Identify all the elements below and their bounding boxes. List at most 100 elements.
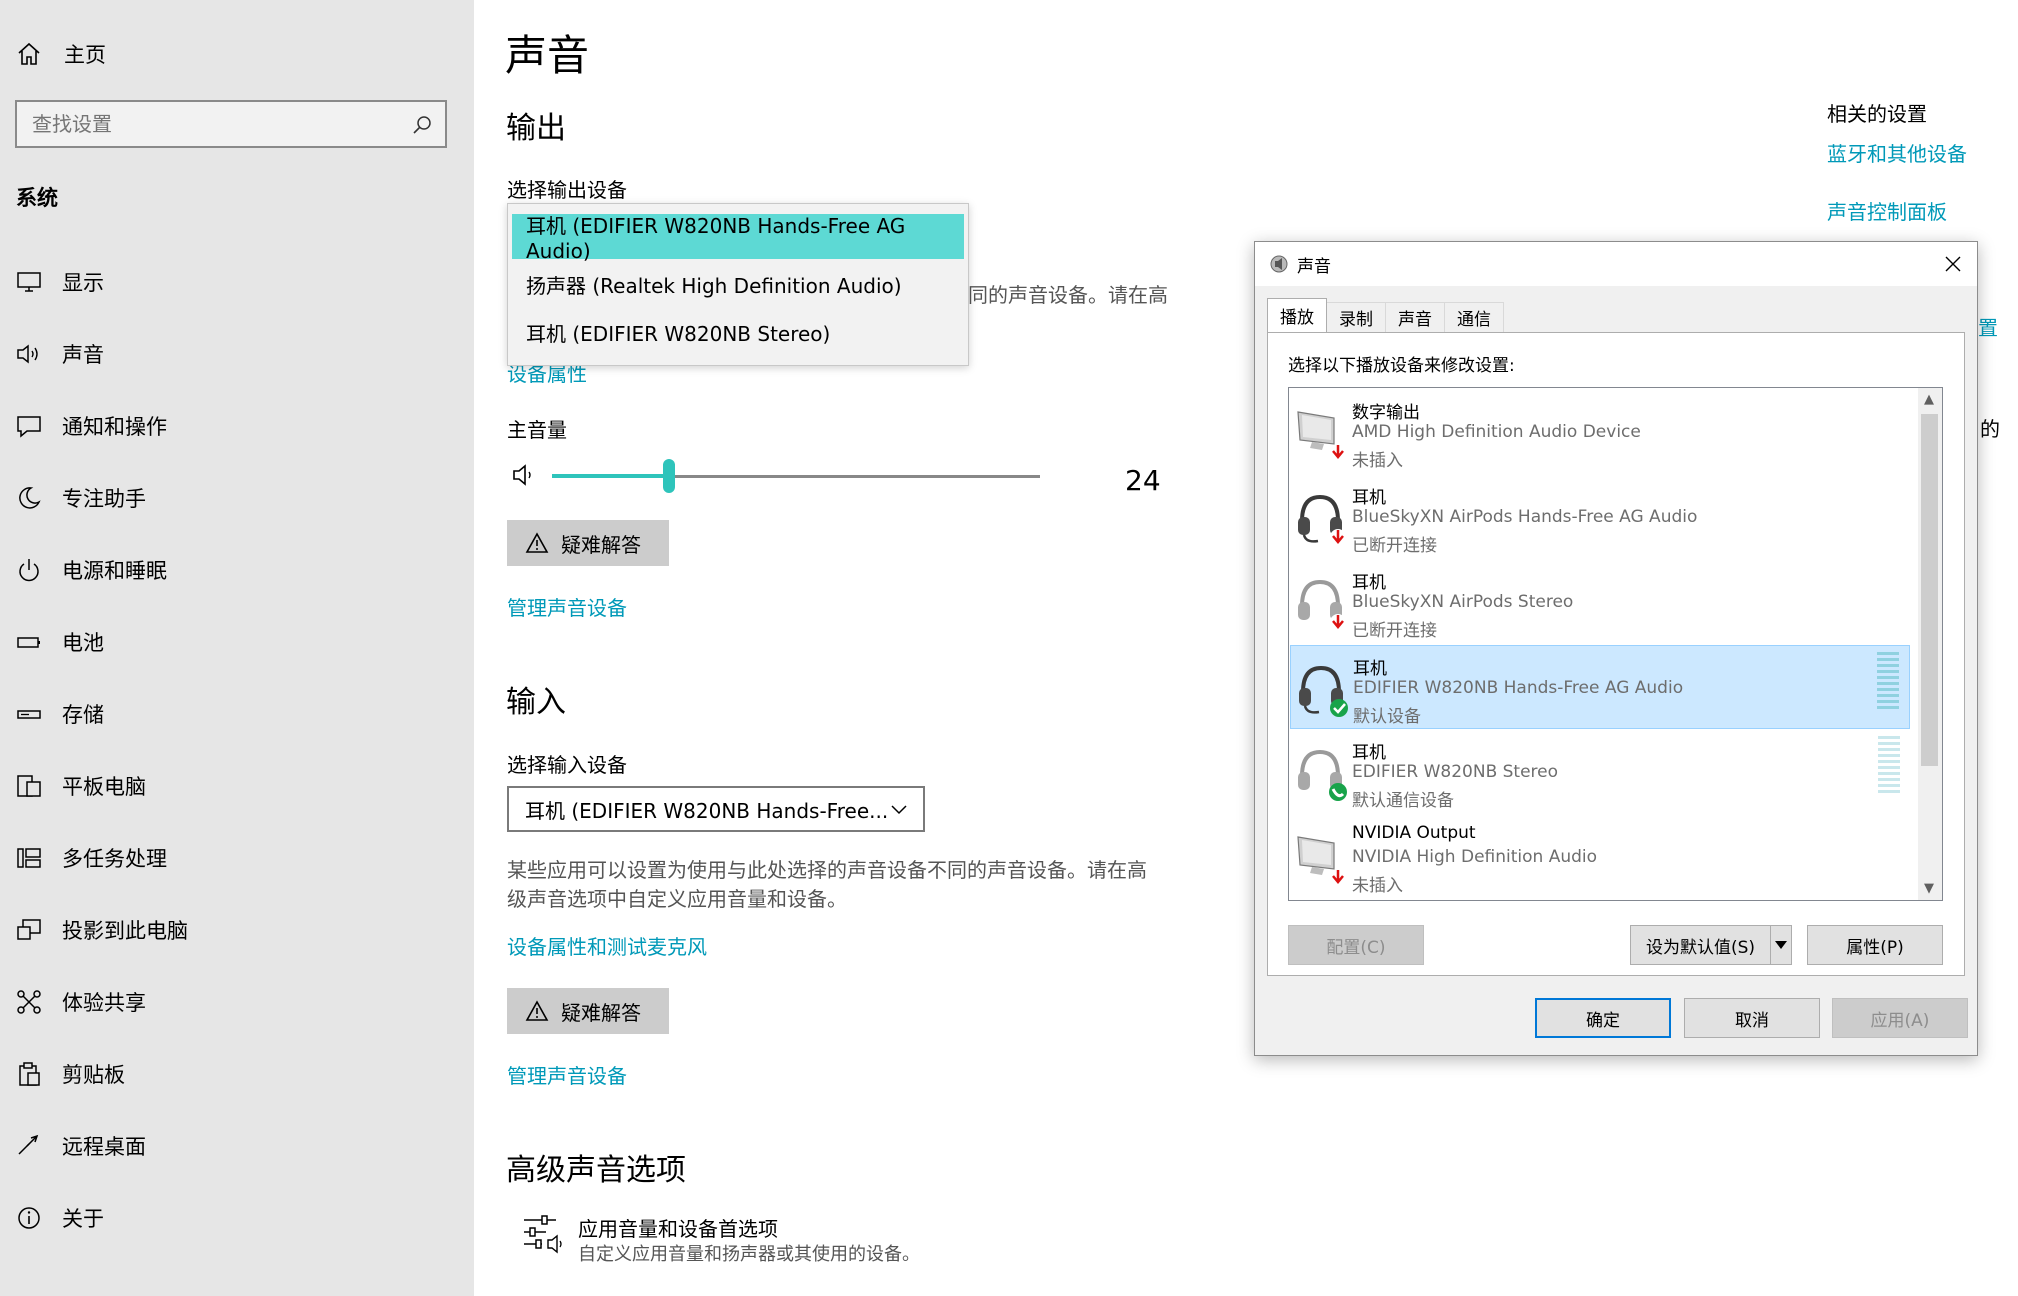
volume-label: 主音量 xyxy=(507,418,567,442)
scroll-thumb[interactable] xyxy=(1921,414,1938,766)
dialog-titlebar[interactable]: 声音 xyxy=(1255,242,1977,286)
device-row[interactable]: 数字输出 AMD High Definition Audio Device 未插入 xyxy=(1290,390,1910,474)
device-name: NVIDIA Output xyxy=(1352,823,1476,843)
sidebar-item[interactable]: 声音 xyxy=(0,324,474,384)
advanced-item-title[interactable]: 应用音量和设备首选项 xyxy=(578,1213,778,1242)
set-default-dropdown[interactable] xyxy=(1770,925,1792,965)
device-status: 已断开连接 xyxy=(1352,536,1437,556)
home-nav[interactable]: 主页 xyxy=(16,34,106,74)
input-desc-line: 某些应用可以设置为使用与此处选择的声音设备不同的声音设备。请在高 xyxy=(507,858,1147,882)
sidebar-item[interactable]: 电源和睡眠 xyxy=(0,540,474,600)
sidebar-item[interactable]: 体验共享 xyxy=(0,972,474,1032)
device-row[interactable]: 耳机 EDIFIER W820NB Stereo 默认通信设备 xyxy=(1290,730,1910,814)
device-name: 耳机 xyxy=(1352,743,1386,763)
device-row[interactable]: 耳机 EDIFIER W820NB Hands-Free AG Audio 默认设备 xyxy=(1290,645,1910,729)
output-option[interactable]: 扬声器 (Realtek High Definition Audio) xyxy=(512,262,964,307)
volume-slider-thumb[interactable] xyxy=(663,459,675,493)
output-troubleshoot-button[interactable]: 疑难解答 xyxy=(507,520,669,566)
device-row[interactable]: NVIDIA Output NVIDIA High Definition Audi… xyxy=(1290,815,1910,899)
tab-playback[interactable]: 播放 xyxy=(1267,298,1327,332)
sidebar-item[interactable]: 显示 xyxy=(0,252,474,312)
advanced-heading: 高级声音选项 xyxy=(506,1153,686,1188)
monitor-icon xyxy=(14,267,44,297)
sidebar-item[interactable]: 关于 xyxy=(0,1188,474,1248)
sidebar-item[interactable]: 平板电脑 xyxy=(0,756,474,816)
device-description: BlueSkyXN AirPods Hands-Free AG Audio xyxy=(1352,507,1698,527)
output-option[interactable]: 耳机 (EDIFIER W820NB Stereo) xyxy=(512,310,964,355)
cancel-button[interactable]: 取消 xyxy=(1684,998,1820,1038)
level-meter xyxy=(1878,736,1900,796)
playback-device-list[interactable]: 数字输出 AMD High Definition Audio Device 未插入耳… xyxy=(1288,387,1943,901)
sound-app-icon xyxy=(1270,255,1288,273)
device-list-scrollbar[interactable]: ▲ ▼ xyxy=(1918,388,1942,900)
sidebar-item[interactable]: 电池 xyxy=(0,612,474,672)
input-manage-devices-link[interactable]: 管理声音设备 xyxy=(507,1060,627,1089)
monitor-device-icon xyxy=(1294,404,1348,464)
sidebar-item[interactable]: 存储 xyxy=(0,684,474,744)
volume-speaker-icon[interactable] xyxy=(510,462,536,488)
device-status: 默认设备 xyxy=(1353,707,1421,727)
playback-instruction: 选择以下播放设备来修改设置: xyxy=(1288,356,1515,376)
headphones-device-icon xyxy=(1294,744,1348,804)
advanced-item-desc: 自定义应用音量和扬声器或其使用的设备。 xyxy=(578,1244,920,1265)
page-title: 声音 xyxy=(505,31,590,80)
sidebar-item-label: 显示 xyxy=(62,271,104,295)
tab-communications[interactable]: 通信 xyxy=(1444,302,1504,332)
configure-button[interactable]: 配置(C) xyxy=(1288,925,1424,965)
sidebar-item-label: 投影到此电脑 xyxy=(62,919,188,943)
sidebar-item[interactable]: 投影到此电脑 xyxy=(0,900,474,960)
ok-button[interactable]: 确定 xyxy=(1535,998,1671,1038)
device-status: 未插入 xyxy=(1352,451,1403,471)
sound-control-panel-link[interactable]: 声音控制面板 xyxy=(1827,196,1947,225)
tab-sounds[interactable]: 声音 xyxy=(1385,302,1445,332)
device-row[interactable]: 耳机 BlueSkyXN AirPods Stereo 已断开连接 xyxy=(1290,560,1910,644)
home-label: 主页 xyxy=(64,43,106,67)
properties-button[interactable]: 属性(P) xyxy=(1807,925,1943,965)
bluetooth-devices-link[interactable]: 蓝牙和其他设备 xyxy=(1827,138,1967,167)
output-heading: 输出 xyxy=(506,111,566,146)
tablet-icon xyxy=(14,771,44,801)
apply-button[interactable]: 应用(A) xyxy=(1832,998,1968,1038)
project-icon xyxy=(14,915,44,945)
sidebar-item[interactable]: 多任务处理 xyxy=(0,828,474,888)
set-default-button[interactable]: 设为默认值(S) xyxy=(1630,925,1770,965)
device-description: EDIFIER W820NB Hands-Free AG Audio xyxy=(1353,678,1684,698)
search-icon[interactable] xyxy=(411,114,433,136)
sidebar-item[interactable]: 专注助手 xyxy=(0,468,474,528)
output-device-dropdown[interactable]: 耳机 (EDIFIER W820NB Hands-Free AG Audio) … xyxy=(507,203,969,366)
scroll-up-icon[interactable]: ▲ xyxy=(1924,392,1934,407)
output-option-label: 耳机 (EDIFIER W820NB Hands-Free AG Audio) xyxy=(526,214,906,263)
device-description: BlueSkyXN AirPods Stereo xyxy=(1352,592,1574,612)
input-props-test-mic-link[interactable]: 设备属性和测试麦克风 xyxy=(507,931,707,960)
battery-icon xyxy=(14,627,44,657)
search-input[interactable] xyxy=(32,112,412,136)
sidebar-item[interactable]: 远程桌面 xyxy=(0,1116,474,1176)
device-name: 数字输出 xyxy=(1352,403,1420,423)
notification-icon xyxy=(14,411,44,441)
multitask-icon xyxy=(14,843,44,873)
speaker-icon xyxy=(14,339,44,369)
storage-icon xyxy=(14,699,44,729)
troubleshoot-label: 疑难解答 xyxy=(561,532,641,557)
sidebar-item[interactable]: 通知和操作 xyxy=(0,396,474,456)
scroll-down-icon[interactable]: ▼ xyxy=(1924,881,1934,896)
input-troubleshoot-button[interactable]: 疑难解答 xyxy=(507,988,669,1034)
device-status: 已断开连接 xyxy=(1352,621,1437,641)
close-icon[interactable] xyxy=(1943,254,1963,274)
monitor-device-icon xyxy=(1294,829,1348,889)
input-device-select[interactable]: 耳机 (EDIFIER W820NB Hands-Free... xyxy=(507,786,925,832)
output-option[interactable]: 耳机 (EDIFIER W820NB Hands-Free AG Audio) xyxy=(512,214,964,263)
output-desc-fragment: 同的声音设备。请在高 xyxy=(968,283,1168,307)
tab-recording[interactable]: 录制 xyxy=(1326,302,1386,332)
sidebar-item-label: 通知和操作 xyxy=(62,415,167,439)
input-select-label: 选择输入设备 xyxy=(507,753,627,777)
device-description: NVIDIA High Definition Audio xyxy=(1352,847,1598,867)
info-icon xyxy=(14,1203,44,1233)
output-select-label: 选择输出设备 xyxy=(507,178,627,202)
device-row[interactable]: 耳机 BlueSkyXN AirPods Hands-Free AG Audio 已… xyxy=(1290,475,1910,559)
settings-search[interactable] xyxy=(15,100,447,148)
share-icon xyxy=(14,987,44,1017)
output-manage-devices-link[interactable]: 管理声音设备 xyxy=(507,592,627,621)
sidebar-item[interactable]: 剪贴板 xyxy=(0,1044,474,1104)
advanced-app-volume-item[interactable] xyxy=(522,1212,564,1258)
